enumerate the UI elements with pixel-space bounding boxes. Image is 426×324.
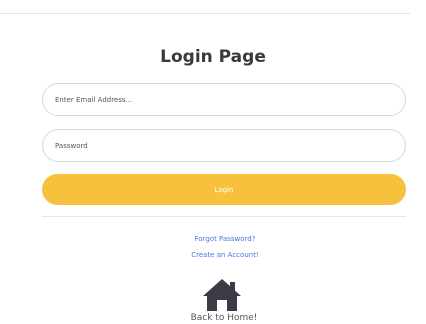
page-title: Login Page [160,47,266,67]
create-account-link[interactable]: Create an Account! [0,251,426,259]
top-divider [0,13,410,14]
password-field[interactable] [42,129,406,162]
back-home-link[interactable]: Back to Home! [0,313,426,323]
form-divider [42,216,406,217]
login-button[interactable]: Login [42,174,406,205]
email-field[interactable] [42,83,406,116]
login-page: Login Page Login Forgot Password? Create… [0,0,426,324]
forgot-password-link[interactable]: Forgot Password? [0,235,426,243]
home-icon[interactable] [201,277,243,313]
